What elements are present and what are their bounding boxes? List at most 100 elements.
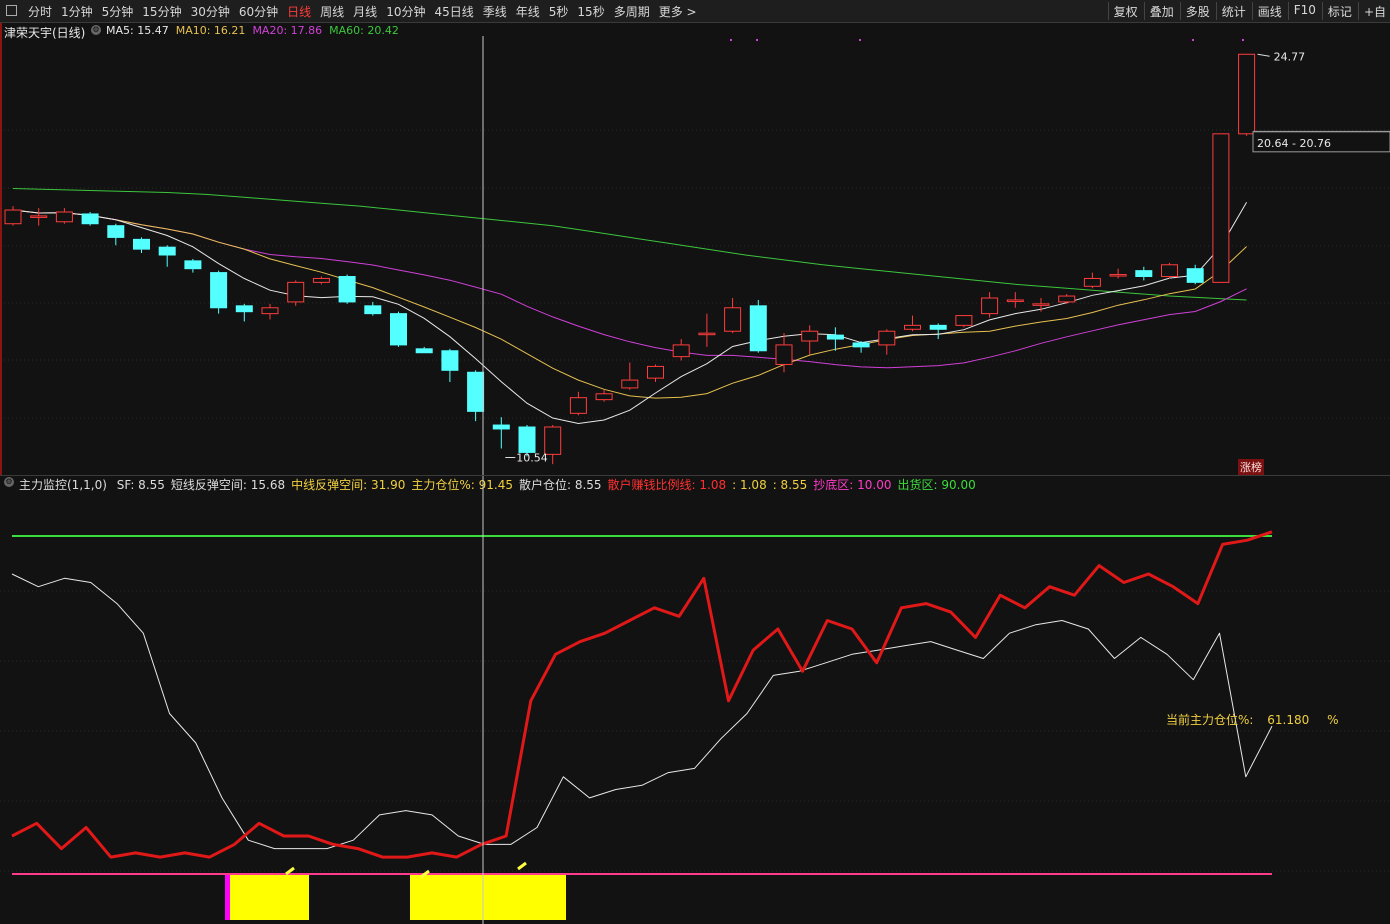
- ma-label-2: MA20: 17.86: [252, 24, 323, 37]
- current-position-value: 61.180: [1267, 713, 1310, 727]
- candle-body: [184, 260, 202, 270]
- ma-legend: MA5: 15.47 MA10: 16.21 MA20: 17.86 MA60: 20…: [106, 24, 406, 37]
- period-tab-6[interactable]: 日线: [287, 3, 311, 20]
- candle-body: [904, 324, 921, 330]
- candle-body: [1161, 264, 1178, 277]
- toolbar-separator: [1251, 2, 1253, 20]
- main-position-line: [11, 530, 1273, 859]
- high-pointer: [1257, 53, 1270, 57]
- candle-body: [981, 297, 999, 315]
- high-price-label: 24.77: [1274, 50, 1306, 63]
- current-position-label: 当前主力仓位%: 61.180 %: [1166, 711, 1339, 728]
- toolbar-right-button-5[interactable]: F10: [1294, 3, 1316, 17]
- candle-body: [55, 211, 73, 223]
- toolbar-separator: [1107, 2, 1109, 20]
- signal-marker: [1242, 39, 1244, 41]
- toolbar-right-button-6[interactable]: 标记: [1328, 3, 1352, 20]
- toolbar-right-button-3[interactable]: 统计: [1222, 3, 1246, 20]
- period-tab-16[interactable]: 更多 >: [659, 3, 697, 20]
- ma-label-3: MA60: 20.42: [329, 24, 399, 37]
- candle-body: [1186, 268, 1204, 283]
- candle-body: [364, 305, 382, 315]
- candle-body: [287, 281, 305, 303]
- toolbar-right-button-0[interactable]: 复权: [1114, 3, 1138, 20]
- toolbar-right-button-2[interactable]: 多股: [1186, 3, 1210, 20]
- period-tab-7[interactable]: 周线: [320, 3, 344, 20]
- chart-title: 津荣天宇(日线): [4, 26, 86, 40]
- candle-body: [1212, 133, 1230, 283]
- candle-body: [210, 272, 228, 309]
- candle-body: [30, 215, 48, 218]
- toolbar-right-button-4[interactable]: 画线: [1258, 3, 1282, 20]
- current-position-caption: 当前主力仓位%:: [1166, 713, 1254, 727]
- ma60-line: [12, 188, 1247, 301]
- period-toolbar: 分时 1分钟 5分钟 15分钟 30分钟 60分钟 日线 周线 月线 10分钟 45日线 季线 年线 5秒…: [0, 0, 1390, 23]
- toolbar-right-button-1[interactable]: 叠加: [1150, 3, 1174, 20]
- period-tab-15[interactable]: 多周期: [614, 3, 650, 20]
- candle-body: [955, 315, 973, 326]
- period-tab-11[interactable]: 季线: [483, 3, 507, 20]
- toolbar-separator: [1143, 2, 1145, 20]
- candle-body: [4, 209, 22, 225]
- candle-body: [518, 426, 536, 453]
- candle-body: [724, 307, 742, 332]
- candle-body: [158, 246, 176, 256]
- candle-body: [647, 365, 664, 379]
- candle-body: [235, 305, 253, 313]
- period-tab-13[interactable]: 5秒: [549, 3, 569, 20]
- candle-body: [467, 371, 485, 412]
- candle-body: [1006, 299, 1024, 302]
- period-tab-4[interactable]: 30分钟: [191, 3, 230, 20]
- candle-body: [81, 213, 99, 225]
- period-tab-1[interactable]: 1分钟: [61, 3, 93, 20]
- candle-body: [1032, 303, 1050, 306]
- candle-body: [878, 330, 896, 346]
- candle-body: [595, 393, 613, 401]
- current-position-unit: %: [1327, 713, 1339, 727]
- period-tab-12[interactable]: 年线: [516, 3, 540, 20]
- period-tab-8[interactable]: 月线: [353, 3, 377, 20]
- candle-body: [133, 238, 150, 250]
- signal-marker: [1192, 39, 1194, 41]
- candle-body: [338, 276, 356, 303]
- candle-body: [415, 348, 433, 354]
- candle-body: [801, 330, 819, 342]
- window-menu-icon[interactable]: [6, 5, 17, 16]
- limit-up-badge: 涨榜: [1238, 459, 1264, 475]
- period-tab-0[interactable]: 分时: [28, 3, 52, 20]
- candle-body: [1058, 295, 1076, 303]
- candle-body: [929, 324, 947, 330]
- candle-body: [775, 344, 793, 365]
- period-tab-14[interactable]: 15秒: [577, 3, 604, 20]
- range-label: 20.64 - 20.76: [1257, 137, 1331, 150]
- candle-body: [1135, 270, 1153, 278]
- toolbar-right-button-7[interactable]: +自: [1364, 3, 1386, 20]
- candle-body: [390, 313, 407, 346]
- toolbar-separator: [1357, 2, 1359, 20]
- settings-icon[interactable]: ⚙: [91, 25, 101, 35]
- period-tab-5[interactable]: 60分钟: [239, 3, 278, 20]
- candle-body: [852, 342, 870, 348]
- candle-body: [621, 379, 639, 389]
- signal-marker: [859, 39, 861, 41]
- period-tab-10[interactable]: 45日线: [434, 3, 473, 20]
- toolbar-separator: [1215, 2, 1217, 20]
- indicator-chart[interactable]: [0, 476, 1390, 924]
- candle-body: [107, 225, 125, 238]
- candle-body: [749, 305, 767, 352]
- candle-body: [672, 344, 690, 358]
- low-price-label: 10.54: [516, 452, 548, 465]
- candle-body: [441, 350, 459, 371]
- ma-label-0: MA5: 15.47: [106, 24, 169, 37]
- signal-marker: [730, 39, 732, 41]
- bottom-zone-marker: [225, 875, 230, 920]
- period-tab-2[interactable]: 5分钟: [102, 3, 134, 20]
- candlestick-chart[interactable]: 24.77 10.54 20.64 - 20.76: [0, 23, 1390, 475]
- toolbar-separator: [1287, 2, 1289, 20]
- period-tab-9[interactable]: 10分钟: [386, 3, 425, 20]
- signal-marker: [756, 39, 758, 41]
- candle-body: [698, 332, 716, 336]
- signal-accent: [517, 861, 527, 871]
- period-tab-3[interactable]: 15分钟: [142, 3, 181, 20]
- candle-body: [826, 334, 844, 340]
